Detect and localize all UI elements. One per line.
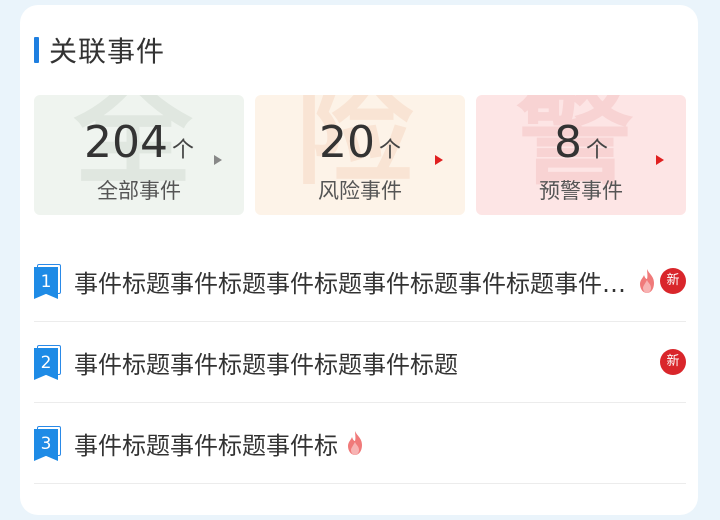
stat-card-all-events[interactable]: 全 204 个 全部事件 [34, 95, 244, 215]
stat-unit: 个 [171, 138, 194, 163]
arrow-right-icon [214, 155, 222, 165]
title-accent-bar [34, 37, 39, 63]
rank-badge: 3 [34, 426, 61, 461]
section-header: 关联事件 [34, 35, 165, 68]
stat-label: 全部事件 [97, 179, 181, 203]
stat-card-warning-events[interactable]: 警 8 个 预警事件 [476, 95, 686, 215]
stat-unit: 个 [378, 138, 401, 163]
event-title: 事件标题事件标题事件标 [74, 431, 338, 460]
rank-badge: 1 [34, 264, 61, 299]
arrow-right-icon [656, 155, 664, 165]
fire-icon [348, 431, 362, 455]
stat-label: 风险事件 [318, 179, 402, 203]
stat-unit: 个 [585, 138, 608, 163]
stat-value: 204 [84, 117, 168, 168]
event-title: 事件标题事件标题事件标题事件标题事件标题事件标题 [74, 269, 634, 298]
stat-value: 8 [553, 117, 582, 168]
stat-label: 预警事件 [539, 179, 623, 203]
section-title: 关联事件 [49, 35, 166, 68]
stat-value: 20 [318, 117, 375, 168]
event-list-item[interactable]: 1 事件标题事件标题事件标题事件标题事件标题事件标题 新 [34, 241, 686, 322]
fire-icon [640, 269, 654, 293]
event-title: 事件标题事件标题事件标题事件标题 [74, 350, 458, 379]
related-events-card: 关联事件 全 204 个 全部事件 险 20 个 风险事件 警 8 个 预警事件 [20, 5, 698, 515]
rank-number: 3 [34, 429, 58, 461]
stat-card-risk-events[interactable]: 险 20 个 风险事件 [255, 95, 465, 215]
rank-badge: 2 [34, 345, 61, 380]
event-list-item[interactable]: 3 事件标题事件标题事件标 [34, 403, 686, 484]
new-badge: 新 [660, 349, 686, 375]
rank-number: 2 [34, 348, 58, 380]
new-badge: 新 [660, 268, 686, 294]
event-list: 1 事件标题事件标题事件标题事件标题事件标题事件标题 新 2 事件标题事件标题事… [34, 241, 686, 484]
rank-number: 1 [34, 267, 58, 299]
event-list-item[interactable]: 2 事件标题事件标题事件标题事件标题 新 [34, 322, 686, 403]
arrow-right-icon [435, 155, 443, 165]
